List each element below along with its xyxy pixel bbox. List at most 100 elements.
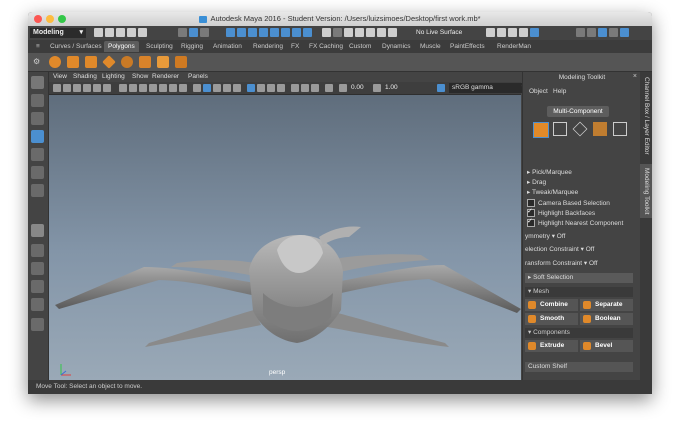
shelf-tab-animation[interactable]: Animation xyxy=(209,41,246,52)
camera-based-selection-checkbox[interactable]: Camera Based Selection xyxy=(527,199,610,208)
render-frame-icon[interactable] xyxy=(497,28,506,37)
shelf-tab-polygons[interactable]: Polygons xyxy=(104,41,139,52)
scale-tool-icon[interactable] xyxy=(31,166,44,179)
smooth-button[interactable]: Smooth xyxy=(525,313,578,325)
spaceship-model[interactable] xyxy=(49,95,521,380)
highlight-nearest-component-checkbox[interactable]: Highlight Nearest Component xyxy=(527,217,623,228)
exposure-value[interactable]: 0.00 xyxy=(351,82,364,94)
motion-blur-icon[interactable] xyxy=(267,84,275,92)
2d-pan-zoom-icon[interactable] xyxy=(93,84,101,92)
custom-shelf-bar[interactable]: Custom Shelf xyxy=(525,362,633,372)
uv-mode-icon[interactable] xyxy=(613,122,627,136)
close-panel-icon[interactable]: × xyxy=(633,73,637,80)
select-surfaces-icon[interactable] xyxy=(259,28,268,37)
select-tool-icon[interactable] xyxy=(31,76,44,89)
live-surface-label[interactable]: No Live Surface xyxy=(416,28,462,38)
undo-icon[interactable] xyxy=(127,28,136,37)
face-mode-icon[interactable] xyxy=(593,122,607,136)
paint-select-tool-icon[interactable] xyxy=(31,112,44,125)
platonic-solid-icon[interactable] xyxy=(175,56,187,68)
anti-aliasing-icon[interactable] xyxy=(277,84,285,92)
four-view-layout-icon[interactable] xyxy=(31,244,44,257)
components-section-header[interactable]: ▾ Components xyxy=(525,328,633,338)
poly-torus-icon[interactable] xyxy=(121,56,133,68)
panel-menu-show[interactable]: Show xyxy=(132,72,148,82)
render-view-icon[interactable] xyxy=(519,28,528,37)
redo-icon[interactable] xyxy=(138,28,147,37)
film-gate-icon[interactable] xyxy=(129,84,137,92)
single-perspective-layout-icon[interactable] xyxy=(31,224,44,237)
poly-cone-icon[interactable] xyxy=(102,55,116,69)
highlight-backfaces-checkbox[interactable]: Highlight Backfaces xyxy=(527,207,595,218)
snap-curve-icon[interactable] xyxy=(355,28,364,37)
outliner-layout-icon[interactable] xyxy=(31,298,44,311)
shelf-tab-custom[interactable]: Custom xyxy=(345,41,375,52)
select-curves-icon[interactable] xyxy=(248,28,257,37)
make-live-icon[interactable] xyxy=(388,28,397,37)
move-tool-icon[interactable] xyxy=(31,130,44,143)
gate-mask-icon[interactable] xyxy=(149,84,157,92)
panel-menu-lighting[interactable]: Lighting xyxy=(102,72,125,82)
color-management-icon[interactable] xyxy=(437,84,445,92)
new-scene-icon[interactable] xyxy=(94,28,103,37)
grease-pencil-icon[interactable] xyxy=(103,84,111,92)
textured-icon[interactable] xyxy=(223,84,231,92)
close-window-button[interactable] xyxy=(34,15,42,23)
vertex-mode-icon[interactable] xyxy=(553,122,567,136)
selection-constraint-row[interactable]: election Constraint ▾ Off xyxy=(525,245,594,254)
hypershade-icon[interactable] xyxy=(530,28,539,37)
select-rendering-icon[interactable] xyxy=(292,28,301,37)
channel-box-tab[interactable]: Channel Box / Layer Editor xyxy=(640,76,652,156)
render-settings-icon[interactable] xyxy=(486,28,495,37)
wireframe-icon[interactable] xyxy=(193,84,201,92)
shelf-tab-fx[interactable]: FX xyxy=(287,41,303,52)
shelf-options-icon[interactable]: ⚙ xyxy=(33,57,40,66)
shelf-menu-icon[interactable]: ≡ xyxy=(32,41,44,52)
toggle-modeling-toolkit-icon[interactable] xyxy=(598,28,607,37)
snap-view-plane-icon[interactable] xyxy=(377,28,386,37)
poly-disc-icon[interactable] xyxy=(157,56,169,68)
shelf-tab-fx-caching[interactable]: FX Caching xyxy=(305,41,347,52)
view-transform-dropdown[interactable]: sRGB gamma▾ xyxy=(449,83,529,93)
bookmarks-icon[interactable] xyxy=(73,84,81,92)
toggle-channel-box-icon[interactable] xyxy=(609,28,618,37)
drag-option[interactable]: ▸ Drag xyxy=(527,178,546,187)
select-handles-icon[interactable] xyxy=(226,28,235,37)
select-camera-icon[interactable] xyxy=(53,84,61,92)
mesh-section-header[interactable]: ▾ Mesh xyxy=(525,287,633,297)
edge-mode-icon[interactable] xyxy=(572,121,588,137)
panel-menu-view[interactable]: View xyxy=(53,72,67,82)
perspective-viewport[interactable]: persp xyxy=(49,95,521,380)
resolution-gate-icon[interactable] xyxy=(139,84,147,92)
shelf-tab-sculpting[interactable]: Sculpting xyxy=(142,41,177,52)
menu-set-dropdown[interactable]: Modeling ▾ xyxy=(30,28,86,38)
gamma-value[interactable]: 1.00 xyxy=(385,82,398,94)
custom-layout-icon[interactable] xyxy=(31,318,44,331)
open-scene-icon[interactable] xyxy=(105,28,114,37)
smooth-shade-icon[interactable] xyxy=(203,84,211,92)
shelf-tab-muscle[interactable]: Muscle xyxy=(416,41,445,52)
zoom-window-button[interactable] xyxy=(58,15,66,23)
poly-cube-icon[interactable] xyxy=(67,56,79,68)
toggle-attribute-editor-icon[interactable] xyxy=(576,28,585,37)
toolkit-menu-object[interactable]: Object xyxy=(529,88,548,95)
shelf-tab-rendering[interactable]: Rendering xyxy=(249,41,287,52)
save-scene-icon[interactable] xyxy=(116,28,125,37)
extrude-button[interactable]: Extrude xyxy=(525,340,578,352)
xray-icon[interactable] xyxy=(301,84,309,92)
snap-point-icon[interactable] xyxy=(366,28,375,37)
grid-toggle-icon[interactable] xyxy=(119,84,127,92)
symmetry-row[interactable]: ymmetry ▾ Off xyxy=(525,232,565,241)
safe-title-icon[interactable] xyxy=(179,84,187,92)
highlight-selection-icon[interactable] xyxy=(333,28,342,37)
rotate-tool-icon[interactable] xyxy=(31,148,44,161)
field-chart-icon[interactable] xyxy=(159,84,167,92)
separate-button[interactable]: Separate xyxy=(580,299,633,311)
minimize-window-button[interactable] xyxy=(46,15,54,23)
combine-button[interactable]: Combine xyxy=(525,299,578,311)
shelf-tab-rigging[interactable]: Rigging xyxy=(177,41,207,52)
isolate-select-icon[interactable] xyxy=(291,84,299,92)
object-mode-icon[interactable] xyxy=(533,122,549,138)
screen-space-ao-icon[interactable] xyxy=(257,84,265,92)
select-dynamics-icon[interactable] xyxy=(281,28,290,37)
